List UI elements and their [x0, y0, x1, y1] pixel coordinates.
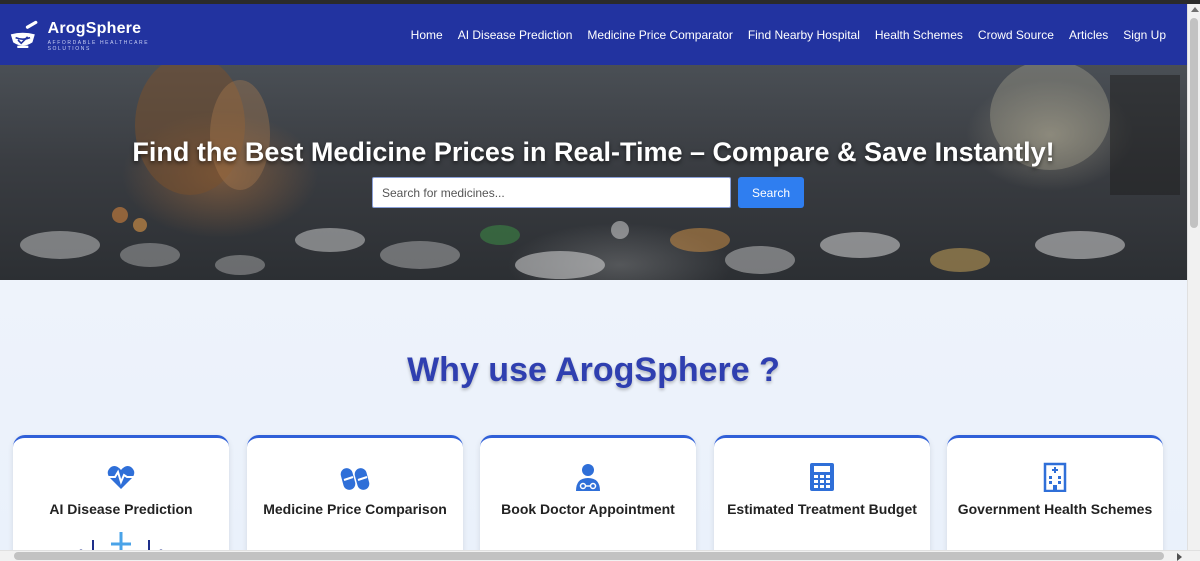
nav-crowd-source[interactable]: Crowd Source [978, 28, 1054, 42]
hero-banner: Find the Best Medicine Prices in Real-Ti… [0, 65, 1187, 280]
feature-card-label: Government Health Schemes [957, 501, 1153, 517]
horizontal-scrollbar[interactable] [0, 550, 1200, 561]
navbar: ArogSphere AFFORDABLE HEALTHCARE SOLUTIO… [0, 4, 1187, 65]
hospital-building-icon [1043, 462, 1067, 492]
nav-medicine-price-comparator[interactable]: Medicine Price Comparator [587, 28, 732, 42]
hero-title: Find the Best Medicine Prices in Real-Ti… [132, 137, 1055, 167]
nav-health-schemes[interactable]: Health Schemes [875, 28, 963, 42]
heart-pulse-icon [107, 466, 135, 489]
feature-card-ai-disease-prediction[interactable]: AI Disease Prediction [13, 435, 229, 560]
features-title: Why use ArogSphere ? [407, 351, 780, 389]
nav-find-nearby-hospital[interactable]: Find Nearby Hospital [748, 28, 860, 42]
capsules-icon [340, 468, 370, 490]
nav-home[interactable]: Home [411, 28, 443, 42]
feature-card-label: Book Doctor Appointment [501, 501, 675, 517]
calculator-icon [810, 463, 834, 491]
doctor-icon [576, 464, 600, 491]
feature-card-medicine-price-comparison[interactable]: Medicine Price Comparison [247, 435, 463, 560]
feature-card-book-doctor-appointment[interactable]: Book Doctor Appointment [480, 435, 696, 560]
scroll-up-arrow-icon[interactable] [1191, 7, 1199, 12]
logo-tagline: AFFORDABLE HEALTHCARE SOLUTIONS [47, 40, 150, 52]
nav-sign-up[interactable]: Sign Up [1123, 28, 1166, 42]
logo-name: ArogSphere [47, 20, 142, 37]
horizontal-scroll-thumb[interactable] [14, 552, 1164, 560]
logo[interactable]: ArogSphere AFFORDABLE HEALTHCARE SOLUTIO… [6, 14, 166, 58]
pills-background-image [20, 65, 1180, 279]
vertical-scroll-thumb[interactable] [1190, 18, 1198, 228]
search-button[interactable]: Search [738, 177, 804, 208]
nav-links: Home AI Disease Prediction Medicine Pric… [396, 4, 1166, 65]
scroll-right-arrow-icon[interactable] [1177, 553, 1182, 561]
vertical-scrollbar[interactable] [1187, 4, 1200, 550]
medicine-search-input[interactable] [372, 177, 731, 208]
features-section: Why use ArogSphere ? AI Disease Predicti… [0, 280, 1187, 560]
feature-card-government-health-schemes[interactable]: Government Health Schemes [947, 435, 1163, 560]
feature-card-label: Estimated Treatment Budget [727, 501, 917, 517]
nav-ai-disease-prediction[interactable]: AI Disease Prediction [458, 28, 573, 42]
nav-articles[interactable]: Articles [1069, 28, 1108, 42]
mortar-pestle-logo-icon [10, 20, 38, 49]
feature-card-estimated-treatment-budget[interactable]: Estimated Treatment Budget [714, 435, 930, 560]
feature-card-label: AI Disease Prediction [49, 501, 193, 517]
feature-card-label: Medicine Price Comparison [263, 501, 447, 517]
